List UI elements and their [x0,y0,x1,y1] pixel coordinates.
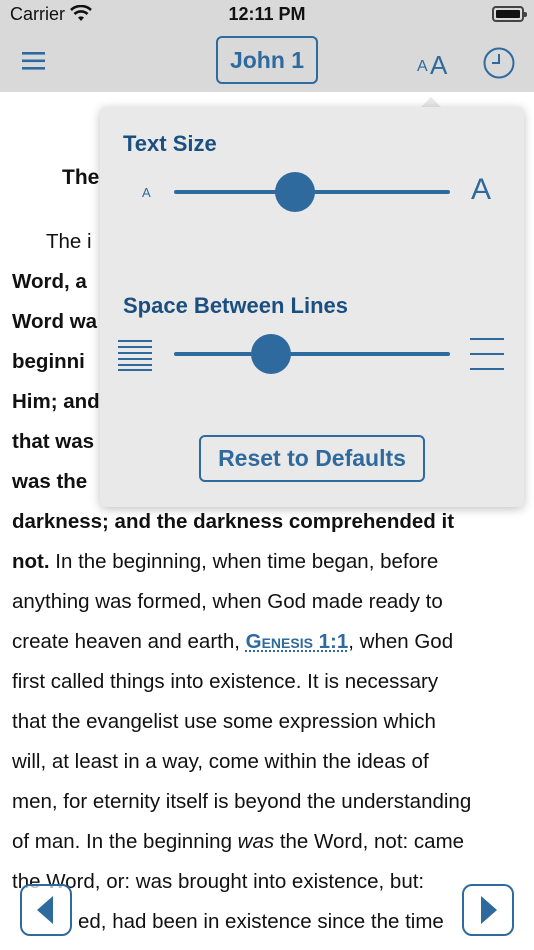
text-line: ed, had been in existence since the time [78,910,444,933]
book-chapter-button[interactable]: John 1 [216,36,318,84]
compact-lines-icon [118,340,152,371]
text-line: first called things into existence. It i… [12,670,439,693]
text-size-slider-thumb[interactable] [275,172,316,212]
line-spacing-title: Space Between Lines [123,293,348,318]
small-text-icon: A [142,185,151,200]
text-line: create heaven and earth, Genesis 1:1, wh… [12,630,454,653]
previous-chapter-button[interactable] [20,884,72,936]
text-line: anything was formed, when God made ready… [12,590,443,613]
large-text-icon: A [471,173,492,206]
text-line: the Word, or: was brought into existence… [12,870,425,893]
text-settings-popover: Text Size A A Space Between Lines Reset … [100,107,524,507]
status-time: 12:11 PM [228,4,306,24]
battery-icon [492,6,527,22]
text-line: darkness; and the darkness comprehended … [12,510,455,533]
text-size-icon[interactable]: A A [412,44,452,80]
next-chapter-button[interactable] [462,884,514,936]
text-line: that the evangelist use some expression … [12,710,436,733]
status-bar: Carrier 12:11 PM [0,0,534,32]
reset-defaults-button[interactable]: Reset to Defaults [199,435,425,482]
spaced-lines-icon [470,338,504,370]
text-line: will, at least in a way, come within the… [12,750,429,773]
text-line: not. In the beginning, when time began, … [12,550,439,573]
text-line: men, for eternity itself is beyond the u… [12,790,472,813]
chevron-left-icon [37,896,53,924]
line-spacing-slider-thumb[interactable] [250,334,291,374]
chevron-right-icon [481,896,497,924]
section-heading: The [62,166,100,189]
nav-bar: John 1 A A [0,32,534,92]
text-line: of man. In the beginning was the Word, n… [12,830,465,853]
history-clock-icon[interactable] [482,46,516,80]
genesis-link[interactable]: Genesis 1:1 [246,630,349,653]
line-spacing-slider-track[interactable] [174,352,450,356]
text-size-title: Text Size [123,131,217,156]
hamburger-menu-icon[interactable] [18,48,48,74]
